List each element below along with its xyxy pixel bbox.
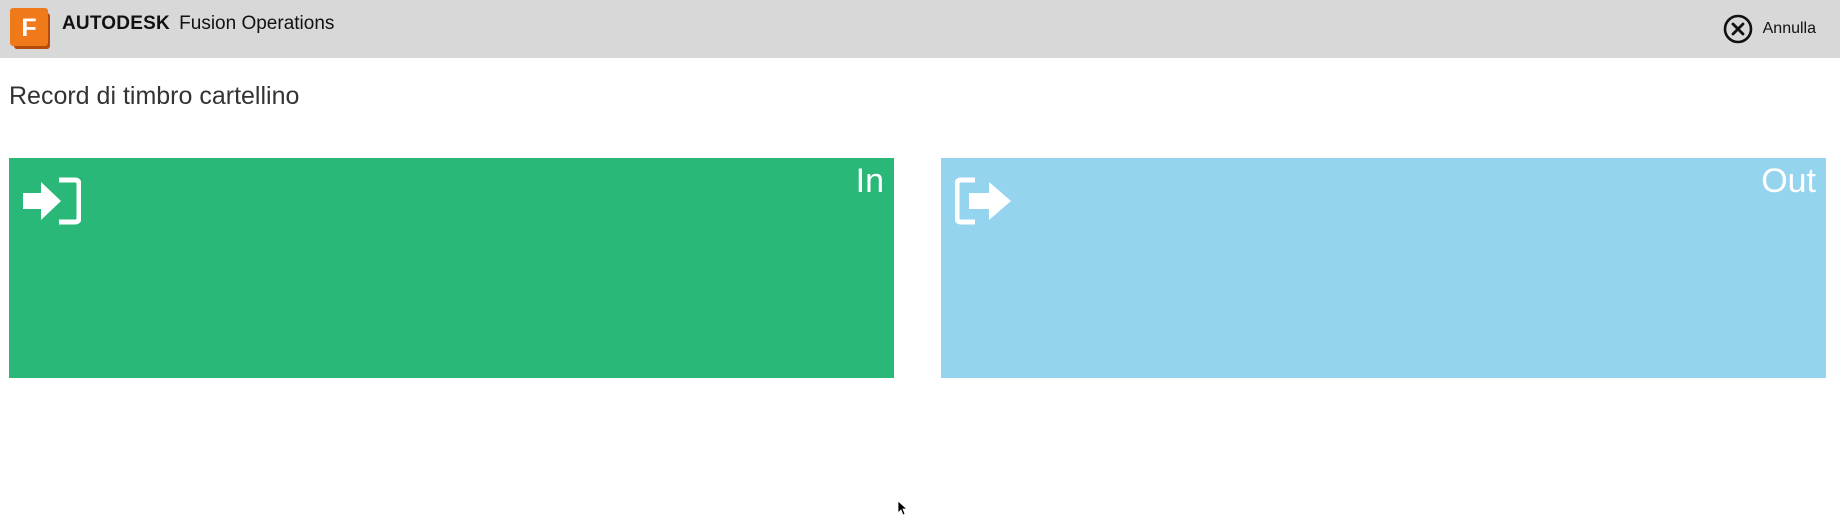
- brand-company: AUTODESK: [62, 13, 170, 34]
- app-brand: AUTODESK Fusion Operations: [62, 13, 334, 35]
- page-title: Record di timbro cartellino: [9, 82, 300, 110]
- top-bar: F AUTODESK Fusion Operations Annulla: [0, 0, 1840, 58]
- sign-out-icon: [955, 177, 1011, 225]
- clock-out-tile[interactable]: Out: [941, 158, 1826, 378]
- sign-in-icon: [23, 177, 81, 225]
- brand-product: Fusion Operations: [179, 13, 335, 34]
- clock-out-label: Out: [1761, 162, 1816, 200]
- mouse-cursor-icon: [897, 500, 909, 516]
- logo-letter: F: [21, 14, 36, 42]
- close-circle-icon: [1723, 14, 1752, 44]
- cancel-label: Annulla: [1762, 20, 1816, 37]
- clock-in-label: In: [855, 162, 884, 200]
- clock-in-tile[interactable]: In: [9, 158, 894, 378]
- cancel-button[interactable]: Annulla: [1723, 13, 1816, 45]
- fusion-logo-icon: F: [10, 8, 50, 49]
